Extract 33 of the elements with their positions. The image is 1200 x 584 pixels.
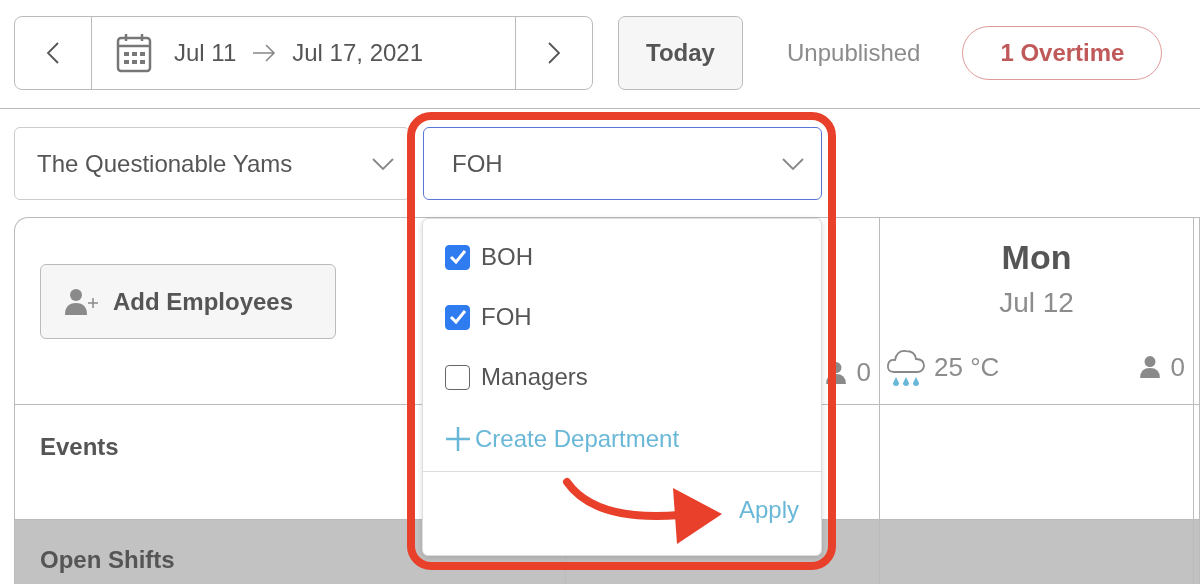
- row-label: Events: [40, 433, 119, 461]
- chevron-right-icon: [547, 41, 561, 65]
- row-label: Open Shifts: [40, 546, 175, 574]
- calendar-icon: [116, 33, 152, 73]
- add-person-icon: [65, 287, 99, 316]
- chevron-down-icon: [371, 156, 395, 171]
- location-select[interactable]: The Questionable Yams: [14, 127, 410, 200]
- option-label: BOH: [481, 243, 533, 271]
- end-date: Jul 17, 2021: [292, 39, 424, 67]
- option-label: Managers: [481, 363, 588, 391]
- temperature: 25 °C: [934, 351, 1000, 383]
- arrow-right-icon: [252, 44, 277, 62]
- checkbox[interactable]: [445, 364, 470, 390]
- weekday: Mon: [1001, 238, 1072, 277]
- staff-count: 0: [1170, 351, 1185, 383]
- add-employees-button[interactable]: Add Employees: [40, 264, 336, 339]
- department-option[interactable]: BOH: [423, 227, 821, 287]
- publish-status: Unpublished: [787, 39, 921, 67]
- option-label: FOH: [481, 303, 532, 331]
- staff-count: 0: [856, 357, 871, 388]
- department-select[interactable]: FOH: [423, 127, 822, 200]
- department-option[interactable]: FOH: [423, 287, 821, 347]
- start-date: Jul 11: [174, 39, 237, 67]
- chevron-down-icon: [781, 156, 805, 171]
- person-icon: [1138, 355, 1161, 379]
- department-option[interactable]: Managers: [423, 347, 821, 407]
- chevron-left-icon: [46, 41, 60, 65]
- day-date: Jul 12: [999, 287, 1074, 319]
- plus-icon: [445, 426, 471, 452]
- checkbox[interactable]: [445, 244, 470, 270]
- checkbox[interactable]: [445, 304, 470, 330]
- person-icon: [824, 360, 847, 385]
- today-button[interactable]: Today: [618, 16, 743, 90]
